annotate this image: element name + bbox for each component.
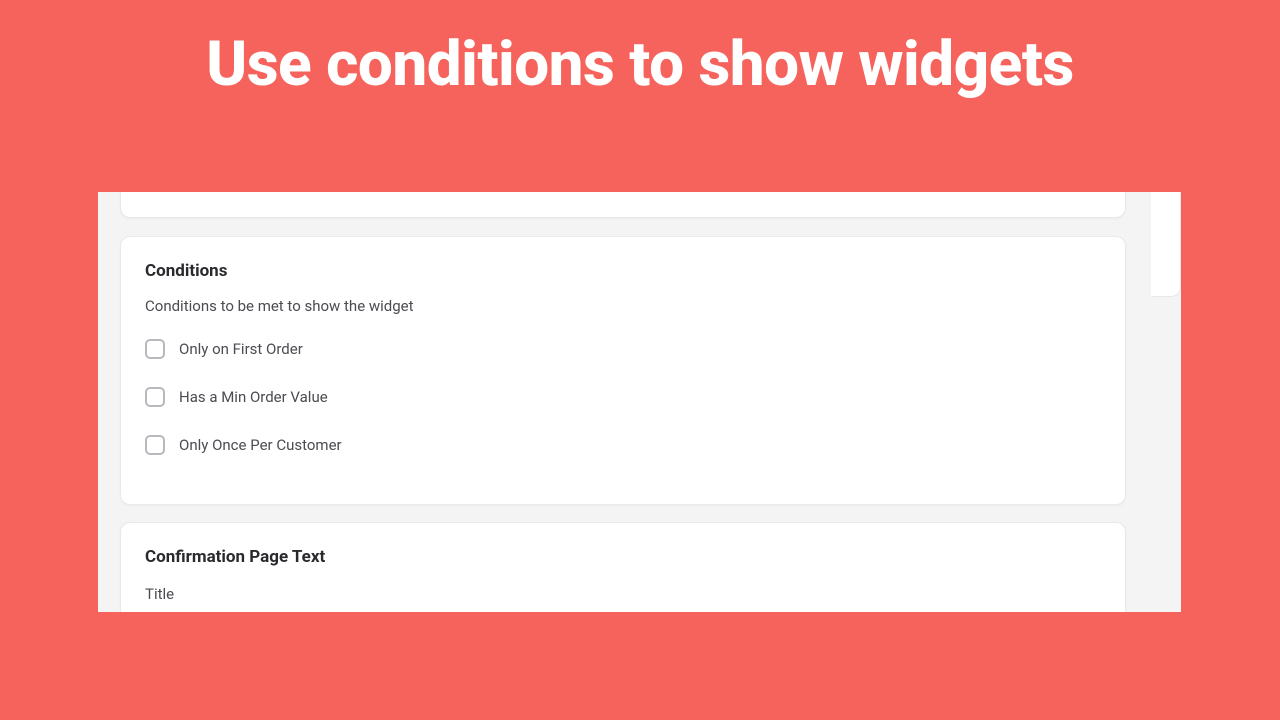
checkbox-once-per-customer[interactable] bbox=[145, 435, 165, 455]
conditions-card-subtitle: Conditions to be met to show the widget bbox=[145, 297, 1101, 315]
checkbox-first-order[interactable] bbox=[145, 339, 165, 359]
condition-row-once-per-customer[interactable]: Only Once Per Customer bbox=[145, 435, 1101, 455]
checkbox-label: Has a Min Order Value bbox=[179, 388, 328, 406]
confirmation-text-card: Confirmation Page Text Title bbox=[120, 522, 1126, 612]
condition-row-first-order[interactable]: Only on First Order bbox=[145, 339, 1101, 359]
checkbox-label: Only on First Order bbox=[179, 340, 303, 358]
previous-card-edge bbox=[120, 192, 1126, 218]
hero-title: Use conditions to show widgets bbox=[0, 0, 1280, 101]
conditions-card: Conditions Conditions to be met to show … bbox=[120, 236, 1126, 505]
ui-screenshot-frame: Conditions Conditions to be met to show … bbox=[98, 192, 1181, 612]
confirmation-card-title: Confirmation Page Text bbox=[145, 547, 1101, 567]
condition-row-min-order-value[interactable]: Has a Min Order Value bbox=[145, 387, 1101, 407]
checkbox-min-order-value[interactable] bbox=[145, 387, 165, 407]
side-panel-edge bbox=[1151, 192, 1181, 297]
checkbox-label: Only Once Per Customer bbox=[179, 436, 342, 454]
conditions-card-title: Conditions bbox=[145, 261, 1101, 281]
title-field-label: Title bbox=[145, 585, 1101, 603]
